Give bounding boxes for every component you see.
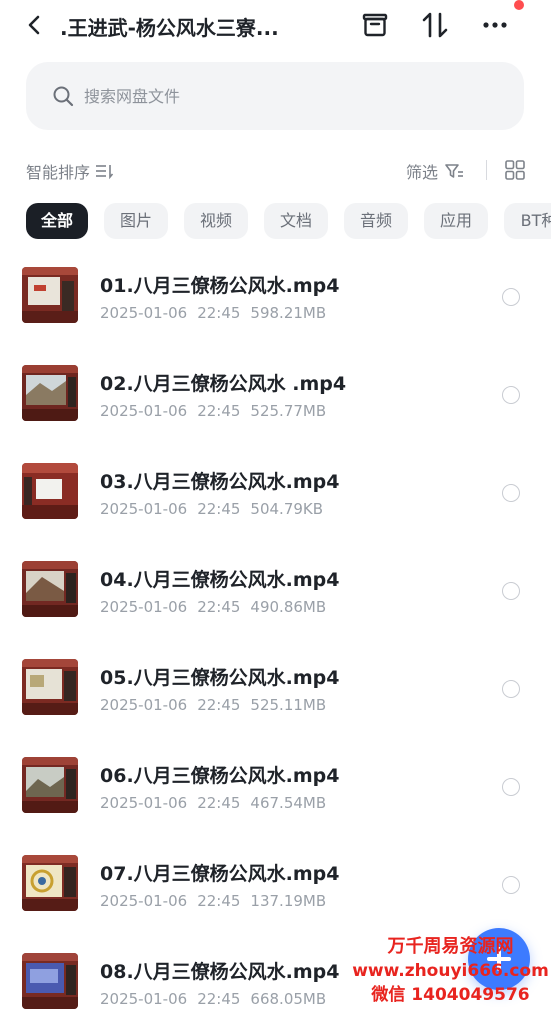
video-thumbnail [22, 267, 78, 323]
file-size: 137.19MB [250, 892, 327, 910]
file-time: 22:45 [197, 500, 241, 518]
file-date: 2025-01-06 [100, 598, 188, 616]
video-thumbnail [22, 561, 78, 617]
more-dots-icon[interactable] [480, 10, 510, 40]
archive-box-icon[interactable] [360, 10, 390, 40]
tab-videos[interactable]: 视频 [184, 203, 248, 239]
file-size: 467.54MB [250, 794, 327, 812]
video-thumbnail [22, 365, 78, 421]
tab-apps[interactable]: 应用 [424, 203, 488, 239]
file-size: 668.05MB [250, 990, 327, 1008]
filter-funnel-icon [445, 164, 464, 178]
select-radio[interactable] [502, 582, 520, 600]
file-date: 2025-01-06 [100, 500, 188, 518]
file-name: 05.八月三僚杨公风水.mp4 [100, 667, 340, 689]
search-input[interactable] [84, 82, 484, 110]
tab-audio[interactable]: 音频 [344, 203, 408, 239]
file-name: 02.八月三僚杨公风水 .mp4 [100, 373, 347, 395]
file-time: 22:45 [197, 892, 241, 910]
search-bar[interactable] [26, 62, 524, 130]
watermark-line-2: www.zhouyi666.com [352, 961, 549, 981]
file-date: 2025-01-06 [100, 892, 188, 910]
file-name: 08.八月三僚杨公风水.mp4 [100, 961, 340, 983]
category-tabs: 全部 图片 视频 文档 音频 应用 BT种 [0, 203, 551, 241]
file-row[interactable]: 02.八月三僚杨公风水 .mp4 2025-01-06 22:45 525.77MB [0, 348, 551, 446]
sort-lines-icon [96, 165, 114, 180]
file-date: 2025-01-06 [100, 990, 188, 1008]
top-bar: .王进武-杨公风水三寮... [0, 0, 551, 52]
file-meta: 2025-01-06 22:45 598.21MB [100, 304, 336, 322]
file-size: 598.21MB [250, 304, 327, 322]
video-thumbnail [22, 659, 78, 715]
sort-arrows-icon[interactable] [420, 10, 450, 40]
file-name: 01.八月三僚杨公风水.mp4 [100, 275, 340, 297]
file-row[interactable]: 03.八月三僚杨公风水.mp4 2025-01-06 22:45 504.79KB [0, 446, 551, 544]
notification-dot [514, 0, 524, 10]
filter-button[interactable]: 筛选 [406, 159, 464, 183]
video-thumbnail [22, 757, 78, 813]
smart-sort-label: 智能排序 [26, 163, 91, 182]
filter-label: 筛选 [406, 163, 439, 182]
file-meta: 2025-01-06 22:45 525.11MB [100, 696, 336, 714]
select-radio[interactable] [502, 386, 520, 404]
tab-bt-seeds[interactable]: BT种 [504, 203, 551, 239]
file-name: 04.八月三僚杨公风水.mp4 [100, 569, 340, 591]
file-size: 525.77MB [250, 402, 327, 420]
sort-filter-bar: 智能排序 筛选 [0, 150, 551, 190]
file-row[interactable]: 01.八月三僚杨公风水.mp4 2025-01-06 22:45 598.21MB [0, 250, 551, 348]
watermark-line-1: 万千周易资源网 [387, 936, 514, 957]
file-meta: 2025-01-06 22:45 525.77MB [100, 402, 336, 420]
file-date: 2025-01-06 [100, 696, 188, 714]
file-meta: 2025-01-06 22:45 504.79KB [100, 500, 333, 518]
tab-images[interactable]: 图片 [104, 203, 168, 239]
watermark-line-3: 微信 1404049576 [371, 985, 530, 1005]
file-row[interactable]: 04.八月三僚杨公风水.mp4 2025-01-06 22:45 490.86MB [0, 544, 551, 642]
select-radio[interactable] [502, 680, 520, 698]
file-meta: 2025-01-06 22:45 467.54MB [100, 794, 336, 812]
grid-view-icon[interactable] [504, 159, 526, 181]
file-date: 2025-01-06 [100, 304, 188, 322]
file-size: 504.79KB [250, 500, 324, 518]
select-radio[interactable] [502, 876, 520, 894]
file-meta: 2025-01-06 22:45 668.05MB [100, 990, 336, 1008]
file-row[interactable]: 07.八月三僚杨公风水.mp4 2025-01-06 22:45 137.19MB [0, 838, 551, 936]
search-icon [53, 86, 74, 107]
file-meta: 2025-01-06 22:45 490.86MB [100, 598, 336, 616]
tab-all[interactable]: 全部 [26, 203, 88, 239]
select-radio[interactable] [502, 288, 520, 306]
file-time: 22:45 [197, 304, 241, 322]
file-size: 525.11MB [250, 696, 327, 714]
tab-documents[interactable]: 文档 [264, 203, 328, 239]
video-thumbnail [22, 855, 78, 911]
file-time: 22:45 [197, 696, 241, 714]
file-date: 2025-01-06 [100, 402, 188, 420]
watermark: 万千周易资源网 www.zhouyi666.com 微信 1404049576 [350, 935, 551, 1007]
file-time: 22:45 [197, 794, 241, 812]
file-row[interactable]: 05.八月三僚杨公风水.mp4 2025-01-06 22:45 525.11MB [0, 642, 551, 740]
file-time: 22:45 [197, 402, 241, 420]
select-radio[interactable] [502, 778, 520, 796]
file-meta: 2025-01-06 22:45 137.19MB [100, 892, 336, 910]
file-time: 22:45 [197, 990, 241, 1008]
smart-sort-button[interactable]: 智能排序 [26, 159, 114, 183]
video-thumbnail [22, 953, 78, 1009]
folder-title: .王进武-杨公风水三寮... [60, 16, 279, 40]
video-thumbnail [22, 463, 78, 519]
file-time: 22:45 [197, 598, 241, 616]
toolbar-divider [486, 160, 487, 180]
file-name: 07.八月三僚杨公风水.mp4 [100, 863, 340, 885]
file-row[interactable]: 06.八月三僚杨公风水.mp4 2025-01-06 22:45 467.54MB [0, 740, 551, 838]
file-name: 03.八月三僚杨公风水.mp4 [100, 471, 340, 493]
back-arrow-icon[interactable] [22, 12, 48, 38]
file-name: 06.八月三僚杨公风水.mp4 [100, 765, 340, 787]
file-size: 490.86MB [250, 598, 327, 616]
select-radio[interactable] [502, 484, 520, 502]
file-date: 2025-01-06 [100, 794, 188, 812]
